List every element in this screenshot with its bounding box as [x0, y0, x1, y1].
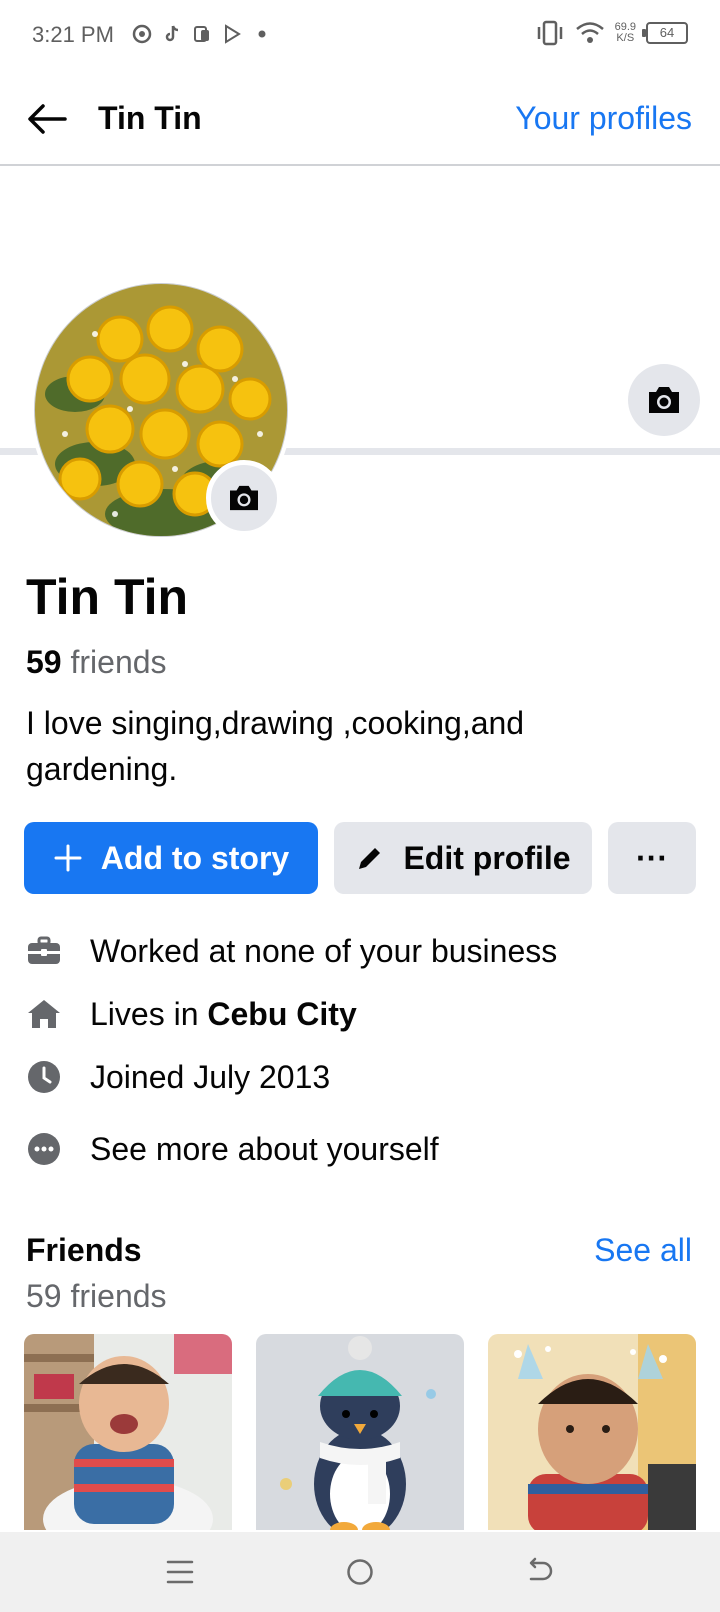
notification-icons: [132, 24, 272, 44]
friend-card-2[interactable]: [256, 1334, 464, 1530]
network-speed-unit: K/S: [616, 32, 635, 44]
vibrate-icon: [537, 20, 562, 46]
profile-name: Tin Tin: [26, 569, 189, 625]
friend-card-3[interactable]: [488, 1334, 696, 1530]
back-button[interactable]: [24, 96, 70, 142]
camera-icon: [649, 387, 679, 413]
pencil-icon: [355, 843, 385, 873]
friends-section-count: 59 friends: [26, 1278, 167, 1314]
friends-heading: Friends: [26, 1232, 142, 1268]
home-icon: [26, 996, 62, 1032]
circle-home-icon: [347, 1559, 373, 1585]
friend-photo-baby: [24, 1334, 232, 1530]
header-title: Tin Tin: [98, 100, 202, 136]
news-icon: [194, 26, 209, 42]
see-all-friends-link[interactable]: See all: [594, 1232, 692, 1269]
dot-icon: [258, 30, 266, 38]
briefcase-icon: [26, 933, 62, 969]
system-back-button[interactable]: [520, 1552, 560, 1592]
status-time: 3:21 PM: [32, 22, 114, 47]
friends-count-line[interactable]: 59 friends: [26, 644, 167, 681]
network-speed: 69.9 K/S: [615, 22, 636, 44]
lives-prefix: Lives in: [90, 995, 208, 1032]
play-store-icon: [225, 24, 241, 44]
see-more-text: See more about yourself: [90, 1130, 439, 1167]
lives-city[interactable]: Cebu City: [207, 996, 356, 1033]
joined-text: Joined July 2013: [90, 1058, 331, 1095]
system-navigation-bar: [0, 1532, 720, 1612]
chrome-icon: [132, 24, 152, 44]
your-profiles-link[interactable]: Your profiles: [515, 100, 692, 137]
camera-icon: [230, 485, 258, 511]
profile-bio: I love singing,drawing ,cooking,and gard…: [26, 705, 525, 787]
clock-icon: [26, 1059, 62, 1095]
tiktok-icon: [165, 25, 179, 42]
detail-lives: Lives in Cebu City: [26, 990, 357, 1038]
edit-cover-photo-button[interactable]: [628, 364, 700, 436]
add-to-story-button[interactable]: Add to story: [24, 822, 318, 894]
detail-work: Worked at none of your business: [26, 927, 557, 975]
work-text: Worked at none of your business: [90, 932, 558, 969]
friends-word: friends: [70, 644, 167, 680]
more-icon: ···: [636, 839, 668, 876]
friend-photo-child: [488, 1334, 696, 1530]
status-bar: 3:21 PM 69.9 K/S 64: [0, 0, 720, 72]
recent-apps-button[interactable]: [160, 1552, 200, 1592]
add-to-story-label: Add to story: [100, 839, 290, 876]
edit-profile-picture-button[interactable]: [206, 460, 282, 536]
wifi-icon: [575, 22, 604, 43]
battery-indicator: 64: [642, 22, 688, 44]
friend-photo-penguin: [256, 1334, 464, 1530]
arrow-left-icon: [28, 104, 67, 134]
back-gesture-icon: [529, 1557, 553, 1581]
see-more-about-button[interactable]: See more about yourself: [26, 1125, 439, 1173]
system-icons: 69.9 K/S 64: [535, 20, 688, 46]
more-horizontal-icon: [26, 1131, 62, 1167]
top-app-bar: Tin Tin Your profiles: [0, 72, 720, 166]
detail-joined: Joined July 2013: [26, 1053, 330, 1101]
edit-profile-label: Edit profile: [403, 839, 571, 876]
friends-count: 59: [26, 644, 62, 680]
menu-icon: [166, 1560, 194, 1584]
plus-icon: [53, 843, 83, 873]
friend-card-1[interactable]: [24, 1334, 232, 1530]
home-button[interactable]: [340, 1552, 380, 1592]
more-options-button[interactable]: ···: [608, 822, 696, 894]
edit-profile-button[interactable]: Edit profile: [334, 822, 592, 894]
